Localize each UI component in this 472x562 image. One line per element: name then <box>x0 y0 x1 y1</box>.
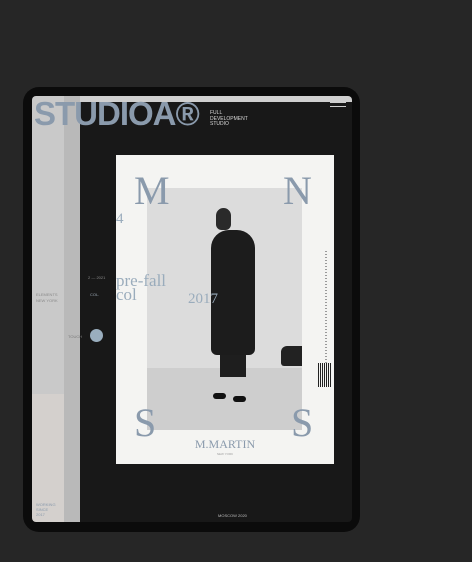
col-link[interactable]: COL. <box>90 292 99 297</box>
prefall-title: pre-fall col <box>116 272 166 304</box>
model-photo <box>147 188 302 430</box>
sidebar-label: ELEMENTS <box>36 292 58 297</box>
site-logo[interactable]: STUDIOA® <box>34 96 200 134</box>
cover-letter: N <box>283 168 312 213</box>
sidebar-bottom-label: 2017 <box>36 512 45 517</box>
index-label: 2 — 2021 <box>88 275 106 280</box>
touch-label: TOUCH <box>68 334 83 339</box>
magazine-cover[interactable]: M N S S 2017 M.MARTIN NEW YORK <box>116 155 334 464</box>
cover-vertical-text <box>325 251 327 371</box>
model-shoe <box>213 393 226 399</box>
logo-subtitle: FULL DEVELOPMENT STUDIO <box>210 110 270 128</box>
cover-brand-subtitle: NEW YORK <box>216 452 234 456</box>
touch-dot-icon[interactable] <box>90 329 103 342</box>
cover-brand: M.MARTIN <box>194 437 256 451</box>
prefall-line: col <box>116 285 137 304</box>
subtitle-line: STUDIO <box>210 121 229 127</box>
hamburger-menu-icon[interactable] <box>330 102 346 109</box>
model-head <box>216 208 231 230</box>
model-legs <box>220 355 246 377</box>
barcode-icon <box>318 363 332 387</box>
cover-letter: M <box>134 168 170 213</box>
left-panel-strip <box>64 96 80 522</box>
photo-chair <box>281 346 302 366</box>
model-shoe <box>233 396 246 402</box>
photo-floor <box>147 368 302 430</box>
left-panel <box>32 96 64 394</box>
cover-year: 2017 <box>188 291 218 307</box>
sidebar-label: NEW YORK <box>36 298 58 303</box>
tablet-screen: STUDIOA® FULL DEVELOPMENT STUDIO ELEMENT… <box>32 96 352 522</box>
footer-location: MOSCOW 2020 <box>218 513 247 518</box>
cover-number: 4 <box>116 211 124 227</box>
